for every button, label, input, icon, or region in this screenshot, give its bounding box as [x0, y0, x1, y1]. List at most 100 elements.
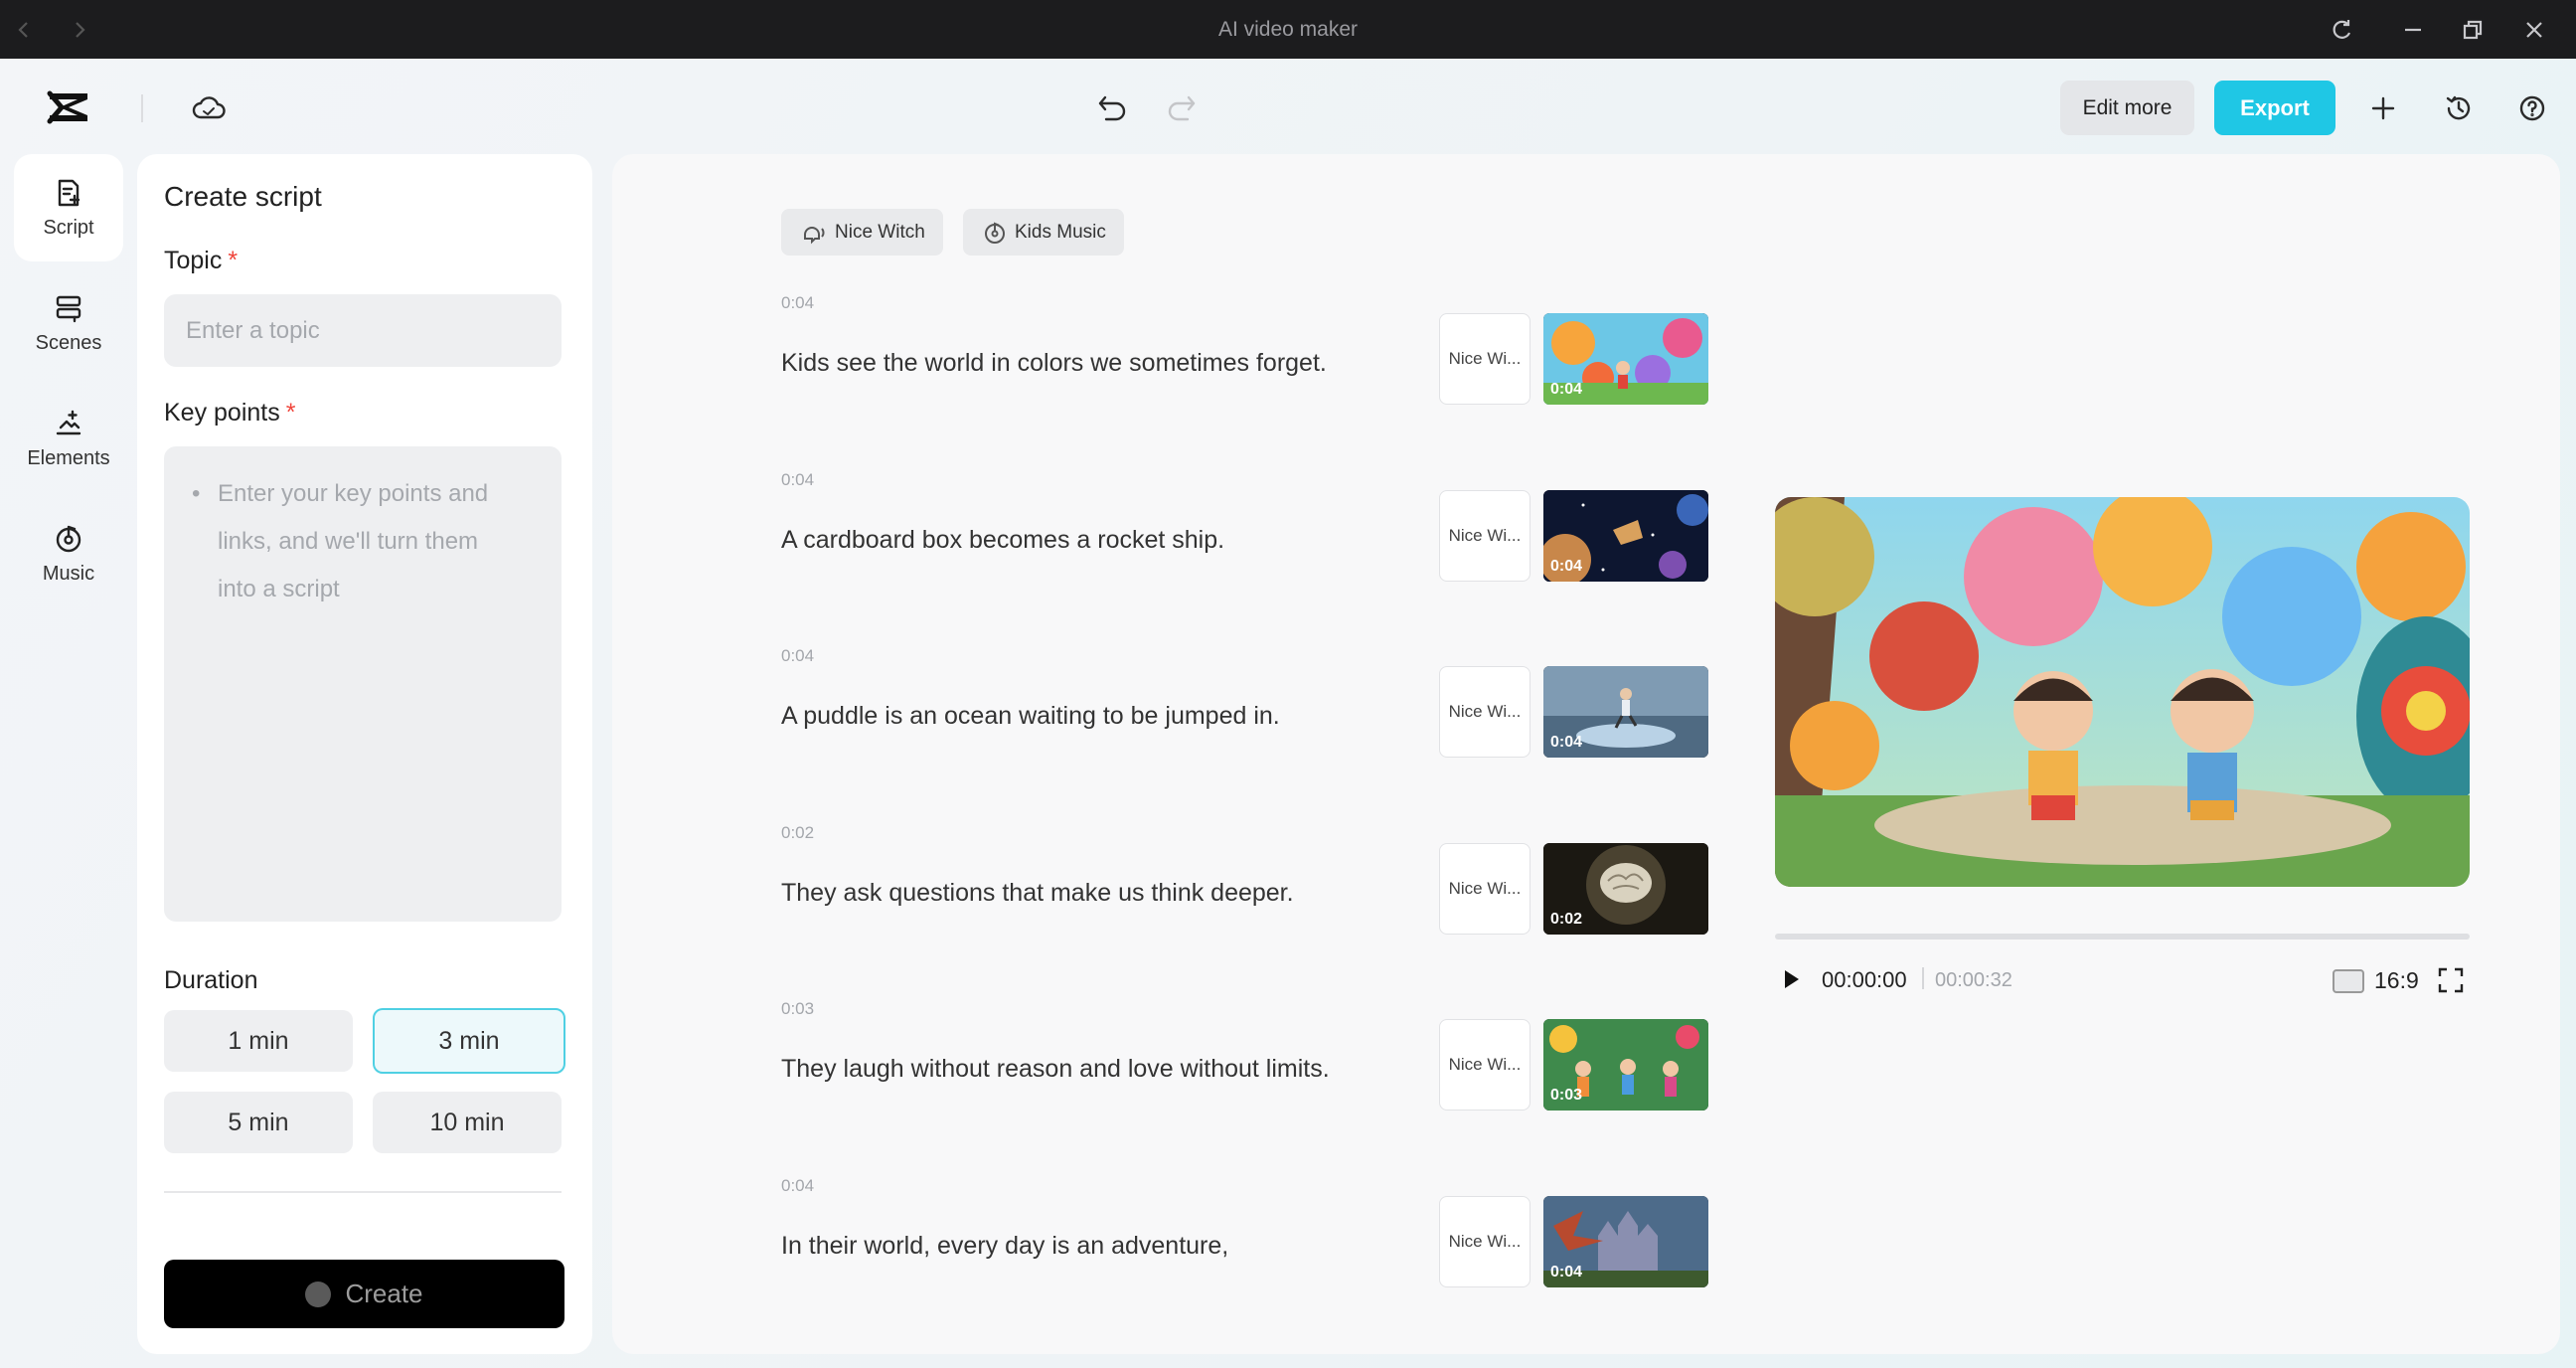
aspect-ratio-label[interactable]: 16:9	[2374, 967, 2419, 994]
voice-icon	[804, 226, 825, 244]
loading-icon	[305, 1281, 332, 1307]
video-preview[interactable]	[1775, 497, 2470, 887]
scene-thumbnail[interactable]: 0:04	[1543, 313, 1708, 405]
nav-label: Scenes	[35, 331, 102, 354]
scene-voice-button[interactable]: Nice Wi...	[1439, 313, 1530, 405]
nav-item-script[interactable]: Script	[14, 154, 123, 261]
scene-duration: 0:04	[781, 470, 815, 489]
thumbnail-duration: 0:04	[1550, 1264, 1583, 1281]
scene-text[interactable]: A cardboard box becomes a rocket ship.	[781, 526, 1224, 555]
edit-more-button[interactable]: Edit more	[2060, 81, 2194, 135]
scene-text[interactable]: They laugh without reason and love witho…	[781, 1055, 1330, 1084]
help-icon[interactable]	[2510, 86, 2554, 130]
music-icon	[985, 222, 1005, 244]
top-toolbar: Edit more Export	[0, 59, 2576, 154]
key-points-label-text: Key points	[164, 399, 280, 427]
required-mark: *	[228, 247, 239, 274]
scene-voice-button[interactable]: Nice Wi...	[1439, 843, 1530, 935]
close-icon[interactable]	[2514, 0, 2554, 59]
music-chip[interactable]: Kids Music	[963, 209, 1124, 256]
duration-1-min-button[interactable]: 1 min	[164, 1010, 353, 1072]
time-divider	[1922, 967, 1924, 989]
scene-voice-button[interactable]: Nice Wi...	[1439, 490, 1530, 582]
scene-thumbnail[interactable]: 0:04	[1543, 1196, 1708, 1287]
scene-thumbnail[interactable]: 0:04	[1543, 666, 1708, 758]
thumbnail-duration: 0:02	[1550, 911, 1583, 928]
voice-chip-label: Nice Witch	[835, 221, 925, 243]
scene-row[interactable]: 0:04 A cardboard box becomes a rocket sh…	[781, 470, 1825, 639]
redo-icon[interactable]	[1159, 86, 1203, 130]
capcut-logo-icon	[40, 83, 97, 132]
thumbnail-duration: 0:04	[1550, 734, 1583, 751]
scene-text[interactable]: They ask questions that make us think de…	[781, 879, 1294, 908]
create-button[interactable]: Create	[164, 1260, 564, 1328]
nav-label: Music	[42, 562, 95, 585]
scene-duration: 0:04	[781, 293, 815, 312]
toolbar-divider	[141, 94, 143, 122]
scene-row[interactable]: 0:04 Kids see the world in colors we som…	[781, 293, 1825, 462]
scene-thumbnail[interactable]: 0:04	[1543, 490, 1708, 582]
refresh-icon[interactable]	[2322, 0, 2361, 59]
required-mark: *	[285, 399, 296, 427]
scene-text[interactable]: A puddle is an ocean waiting to be jumpe…	[781, 702, 1280, 731]
topic-label-text: Topic	[164, 247, 223, 274]
scene-row[interactable]: 0:04 A puddle is an ocean waiting to be …	[781, 646, 1825, 815]
scene-text[interactable]: Kids see the world in colors we sometime…	[781, 349, 1327, 378]
nav-item-elements[interactable]: Elements	[14, 385, 123, 492]
undo-icon[interactable]	[1091, 86, 1135, 130]
scene-text[interactable]: In their world, every day is an adventur…	[781, 1232, 1228, 1261]
scene-voice-button[interactable]: Nice Wi...	[1439, 1019, 1530, 1111]
scene-voice-button[interactable]: Nice Wi...	[1439, 666, 1530, 758]
thumbnail-duration: 0:04	[1550, 381, 1583, 398]
voice-chip[interactable]: Nice Witch	[781, 209, 943, 256]
bullet: •	[192, 480, 201, 507]
scene-thumbnail[interactable]: 0:03	[1543, 1019, 1708, 1111]
add-icon[interactable]	[2361, 86, 2405, 130]
playback-progress-bar[interactable]	[1775, 934, 2470, 940]
export-button[interactable]: Export	[2214, 81, 2335, 135]
aspect-ratio-icon[interactable]	[2333, 969, 2364, 993]
scene-row[interactable]: 0:03 They laugh without reason and love …	[781, 999, 1825, 1168]
fullscreen-icon	[2438, 967, 2464, 993]
scene-duration: 0:04	[781, 646, 815, 665]
key-points-placeholder-line: Enter your key points and	[218, 480, 489, 507]
current-time: 00:00:00	[1822, 967, 1907, 992]
total-time: 00:00:32	[1935, 969, 2012, 991]
music-chip-label: Kids Music	[1015, 221, 1106, 243]
duration-10-min-button[interactable]: 10 min	[373, 1092, 562, 1153]
key-points-label: Key points *	[164, 399, 295, 428]
script-icon	[58, 179, 80, 206]
create-script-panel: Create script Topic* Key points* • Enter…	[137, 154, 592, 1354]
topic-label: Topic *	[164, 247, 238, 275]
panel-title: Create script	[164, 181, 322, 212]
nav-item-music[interactable]: Music	[14, 500, 123, 607]
play-button[interactable]	[1779, 967, 1803, 996]
thumbnail-duration: 0:03	[1550, 1087, 1583, 1104]
create-label: Create	[345, 1279, 423, 1308]
key-points-placeholder-line: into a script	[218, 576, 340, 602]
topic-input[interactable]	[164, 294, 562, 367]
thumbnail-duration: 0:04	[1550, 558, 1583, 575]
key-points-textarea[interactable]: • Enter your key points and links, and w…	[164, 446, 562, 922]
history-icon[interactable]	[2437, 86, 2481, 130]
window-titlebar: AI video maker	[0, 0, 2576, 59]
duration-label: Duration	[164, 966, 258, 994]
restore-icon[interactable]	[2453, 0, 2493, 59]
cloud-icon[interactable]	[187, 86, 231, 130]
scene-duration: 0:02	[781, 823, 815, 842]
nav-item-scenes[interactable]: Scenes	[14, 269, 123, 377]
scene-thumbnail[interactable]: 0:02	[1543, 843, 1708, 935]
nav-label: Script	[43, 216, 94, 239]
scenes-icon	[56, 295, 81, 322]
scene-row[interactable]: 0:02 They ask questions that make us thi…	[781, 823, 1825, 992]
elements-icon	[56, 410, 81, 434]
scene-voice-button[interactable]: Nice Wi...	[1439, 1196, 1530, 1287]
key-points-placeholder-line: links, and we'll turn them	[218, 528, 479, 555]
fullscreen-button[interactable]	[2437, 966, 2465, 999]
minimize-icon[interactable]	[2393, 0, 2433, 59]
scene-row[interactable]: 0:04 In their world, every day is an adv…	[781, 1176, 1825, 1345]
duration-5-min-button[interactable]: 5 min	[164, 1092, 353, 1153]
window-title: AI video maker	[1217, 18, 1359, 41]
duration-3-min-button[interactable]: 3 min	[373, 1008, 565, 1074]
play-icon	[1785, 970, 1799, 988]
